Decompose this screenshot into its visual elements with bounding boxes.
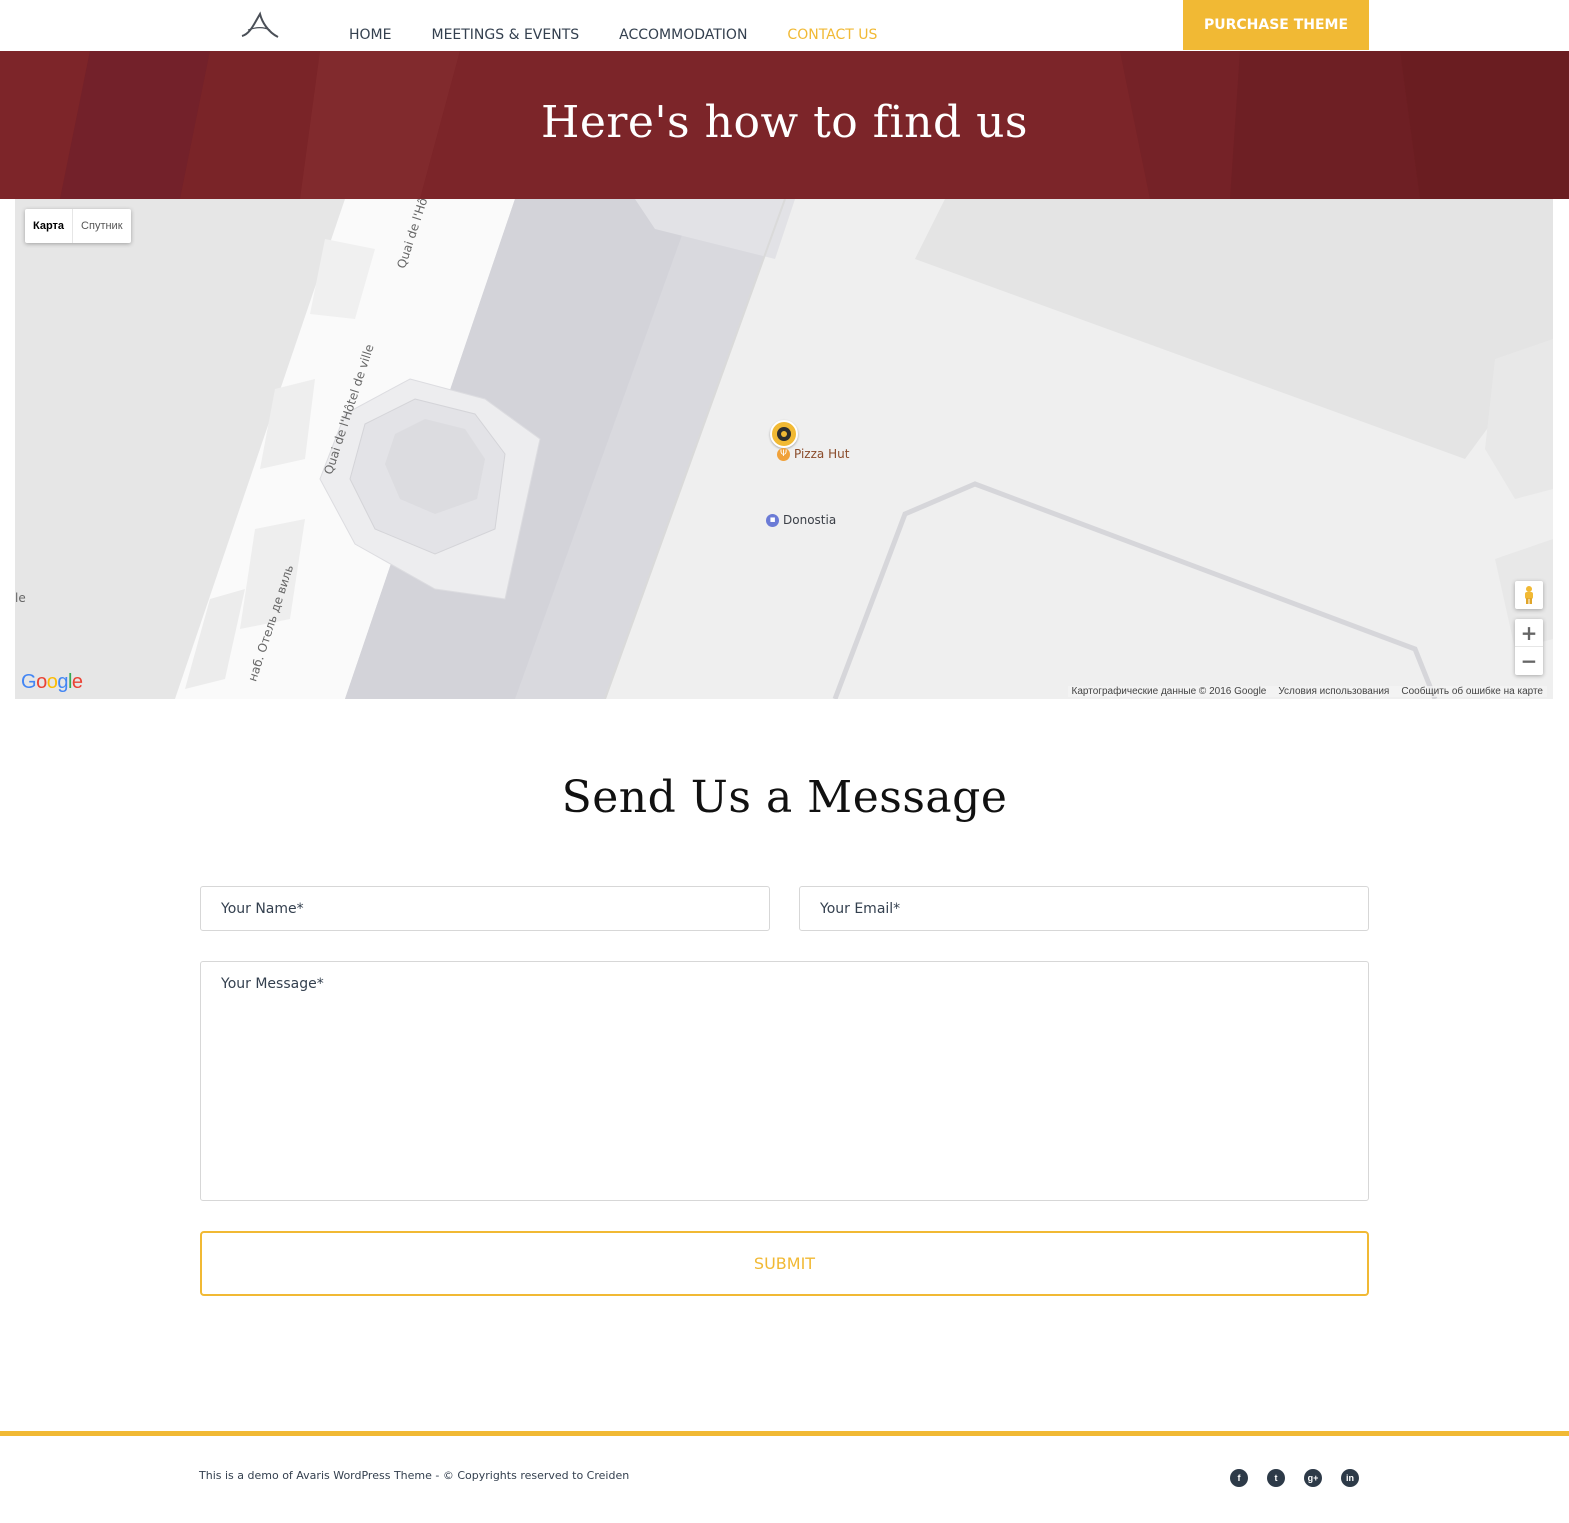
form-title: Send Us a Message	[561, 772, 1008, 823]
poi-label: Pizza Hut	[794, 447, 850, 461]
site-logo[interactable]	[238, 10, 282, 40]
submit-button[interactable]: SUBMIT	[200, 1231, 1369, 1296]
nav-item-home[interactable]: HOME	[349, 0, 391, 51]
name-field[interactable]	[200, 886, 770, 931]
map-data-credit: Картографические данные © 2016 Google	[1071, 686, 1267, 697]
map-attribution: Картографические данные © 2016 Google Ус…	[1067, 686, 1547, 697]
page-hero-banner: Here's how to find us	[0, 51, 1569, 199]
zoom-out-button[interactable]: −	[1515, 647, 1543, 675]
shopping-bag-icon: ▪	[766, 513, 779, 527]
map-type-map-button[interactable]: Карта	[25, 209, 74, 243]
purchase-theme-button[interactable]: PURCHASE THEME	[1183, 0, 1369, 50]
restaurant-icon: Ψ	[777, 447, 790, 461]
linkedin-icon[interactable]: in	[1341, 1469, 1359, 1487]
top-navigation-bar: HOME MEETINGS & EVENTS ACCOMMODATION CON…	[0, 0, 1569, 61]
email-field[interactable]	[799, 886, 1369, 931]
social-links: f t g+ in	[1230, 1469, 1359, 1487]
poi-donostia[interactable]: ▪ Donostia	[766, 513, 836, 527]
nav-item-meetings-events[interactable]: MEETINGS & EVENTS	[431, 0, 579, 51]
zoom-controls: + −	[1515, 619, 1543, 675]
location-marker-icon[interactable]	[770, 420, 798, 448]
facebook-icon[interactable]: f	[1230, 1469, 1248, 1487]
page-title: Here's how to find us	[540, 97, 1029, 148]
map-type-satellite-button[interactable]: Спутник	[73, 209, 130, 243]
terms-of-use-link[interactable]: Условия использования	[1278, 686, 1389, 697]
google-map[interactable]: Карта Спутник Quai de l'Hô Quai de l'Hôt…	[15, 199, 1553, 699]
twitter-icon[interactable]: t	[1267, 1469, 1285, 1487]
main-nav: HOME MEETINGS & EVENTS ACCOMMODATION CON…	[349, 0, 917, 61]
report-map-error-link[interactable]: Сообщить об ошибке на карте	[1401, 686, 1543, 697]
google-plus-icon[interactable]: g+	[1304, 1469, 1322, 1487]
map-type-toggle: Карта Спутник	[25, 209, 131, 243]
footer-divider	[0, 1431, 1569, 1436]
street-view-pegman-icon[interactable]	[1515, 581, 1543, 609]
nav-item-accommodation[interactable]: ACCOMMODATION	[619, 0, 747, 51]
footer-copyright: This is a demo of Avaris WordPress Theme…	[199, 1469, 630, 1482]
pegman-icon	[1525, 586, 1533, 604]
poi-label: Donostia	[783, 513, 837, 527]
message-field[interactable]	[200, 961, 1369, 1201]
nav-item-contact-us[interactable]: CONTACT US	[787, 0, 877, 61]
zoom-in-button[interactable]: +	[1515, 619, 1543, 647]
road-label-edge: le	[15, 591, 26, 605]
google-logo[interactable]: Google	[21, 671, 83, 694]
poi-pizza-hut[interactable]: Ψ Pizza Hut	[777, 447, 849, 461]
